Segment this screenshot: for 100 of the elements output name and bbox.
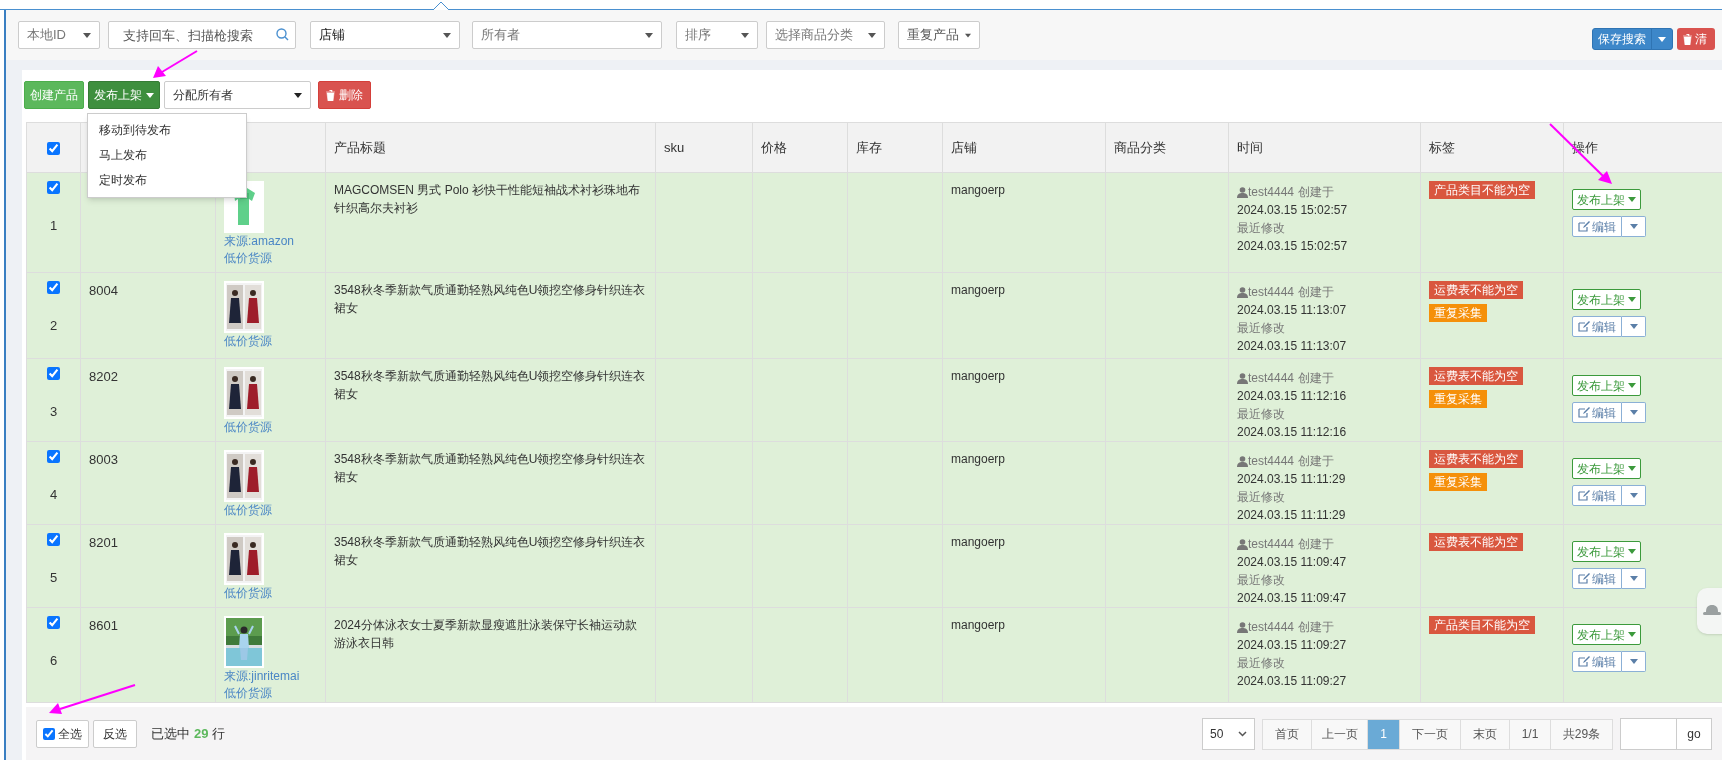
row-checkbox[interactable] — [47, 533, 60, 546]
create-product-button[interactable]: 创建产品 — [24, 81, 84, 109]
user-icon — [1237, 621, 1248, 633]
edit-icon — [1578, 221, 1590, 232]
source-link[interactable]: 来源:jinritemai — [224, 668, 317, 685]
column-header: 时间 — [1237, 139, 1263, 155]
table-cell: 8003 — [89, 452, 118, 467]
supply-link[interactable]: 低价货源 — [224, 685, 317, 702]
page-button[interactable]: 1 — [1367, 718, 1400, 750]
product-title: MAGCOMSEN 男式 Polo 衫快干性能短袖战术衬衫珠地布针织高尔夫衬衫 — [334, 183, 641, 215]
supply-link[interactable]: 低价货源 — [224, 333, 317, 350]
caret-icon — [1628, 549, 1636, 554]
side-widget[interactable] — [1697, 588, 1722, 634]
source-link[interactable]: 来源:amazon — [224, 233, 317, 250]
edit-menu-button[interactable] — [1622, 651, 1646, 672]
tag: 运费表不能为空 — [1429, 450, 1523, 468]
select-field[interactable]: 选择商品分类 — [766, 21, 885, 49]
go-button[interactable]: go — [1677, 718, 1712, 750]
page-button[interactable]: 共29条 — [1550, 718, 1613, 750]
page-number-field[interactable] — [1620, 718, 1677, 750]
timestamp: 2024.03.15 11:09:47 — [1237, 590, 1348, 607]
modified-label: 最近修改 — [1237, 655, 1286, 672]
publish-button[interactable]: 发布上架 — [1572, 624, 1641, 645]
edit-button[interactable]: 编辑 — [1572, 568, 1622, 589]
created-label: 创建于 — [1298, 536, 1335, 553]
edit-button[interactable]: 编辑 — [1572, 485, 1622, 506]
chevron-down-icon — [1238, 731, 1247, 737]
page-size-select[interactable]: 50 — [1202, 718, 1255, 750]
row-checkbox[interactable] — [47, 181, 60, 194]
owner-select[interactable]: 分配所有者 — [164, 81, 311, 109]
user-name: test4444 — [1248, 184, 1295, 201]
product-title: 3548秋冬季新款气质通勤轻熟风纯色U领挖空修身针织连衣裙女 — [334, 535, 646, 567]
publish-button[interactable]: 发布上架 — [1572, 189, 1641, 210]
user-icon — [1237, 286, 1248, 298]
select-field[interactable]: 本地ID — [18, 21, 100, 49]
menu-item[interactable]: 定时发布 — [88, 168, 246, 193]
edit-button[interactable]: 编辑 — [1572, 216, 1622, 237]
invert-selection-button[interactable]: 反选 — [93, 719, 137, 748]
search-field[interactable]: 支持回车、扫描枪搜索 — [108, 21, 296, 49]
tag: 产品类目不能为空 — [1429, 616, 1535, 634]
edit-menu-button[interactable] — [1622, 485, 1646, 506]
caret-icon — [443, 32, 451, 38]
annotation-arrow — [1549, 123, 1613, 185]
publish-button[interactable]: 发布上架 — [1572, 375, 1641, 396]
row-checkbox[interactable] — [47, 616, 60, 629]
select-field[interactable]: 所有者 — [472, 21, 662, 49]
column-header: 标签 — [1429, 139, 1455, 155]
product-title: 3548秋冬季新款气质通勤轻熟风纯色U领挖空修身针织连衣裙女 — [334, 283, 646, 315]
hat-icon — [1703, 604, 1721, 618]
page-button[interactable]: 下一页 — [1399, 718, 1461, 750]
delete-button[interactable]: 删除 — [318, 81, 371, 109]
publish-button[interactable]: 发布上架 — [1572, 541, 1641, 562]
tag: 运费表不能为空 — [1429, 281, 1523, 299]
supply-link[interactable]: 低价货源 — [224, 502, 317, 519]
edit-menu-button[interactable] — [1622, 216, 1646, 237]
tag: 重复采集 — [1429, 304, 1487, 322]
caret-icon — [1628, 383, 1636, 388]
row-checkbox[interactable] — [47, 450, 60, 463]
selected-count-label: 已选中 — [151, 724, 190, 743]
table-cell: mangoerp — [951, 535, 1006, 549]
publish-button[interactable]: 发布上架 — [1572, 458, 1641, 479]
supply-link[interactable]: 低价货源 — [224, 250, 317, 267]
user-name: test4444 — [1248, 619, 1295, 636]
edit-button[interactable]: 编辑 — [1572, 402, 1622, 423]
row-checkbox[interactable] — [47, 281, 60, 294]
row-checkbox[interactable] — [47, 367, 60, 380]
clear-button[interactable]: 清 — [1677, 28, 1715, 50]
table-cell: mangoerp — [951, 452, 1006, 466]
row-number: 1 — [49, 217, 58, 235]
edit-menu-button[interactable] — [1622, 316, 1646, 337]
tag: 产品类目不能为空 — [1429, 181, 1535, 199]
publish-button[interactable]: 发布上架 — [1572, 289, 1641, 310]
page-button[interactable]: 上一页 — [1311, 718, 1368, 750]
page-button[interactable]: 1/1 — [1509, 718, 1551, 750]
caret-icon — [1628, 632, 1636, 637]
table-cell: mangoerp — [951, 369, 1006, 383]
select-all-button[interactable]: 全选 — [36, 719, 89, 748]
supply-link[interactable]: 低价货源 — [224, 585, 317, 602]
edit-menu-button[interactable] — [1622, 568, 1646, 589]
edit-button[interactable]: 编辑 — [1572, 651, 1622, 672]
page-button[interactable]: 首页 — [1262, 718, 1312, 750]
select-field[interactable]: 店铺 — [310, 21, 460, 49]
timestamp: 2024.03.15 11:13:07 — [1237, 302, 1348, 319]
supply-link[interactable]: 低价货源 — [224, 419, 317, 436]
page-button[interactable]: 末页 — [1460, 718, 1510, 750]
caret-icon — [83, 32, 91, 38]
caret-icon — [1628, 297, 1636, 302]
menu-item[interactable]: 移动到待发布 — [88, 118, 246, 143]
caret-icon — [868, 32, 876, 38]
edit-menu-button[interactable] — [1622, 402, 1646, 423]
edit-button[interactable]: 编辑 — [1572, 316, 1622, 337]
select-all-checkbox[interactable] — [47, 141, 60, 155]
filter-button[interactable]: 重复产品 — [898, 21, 980, 49]
annotation-arrow — [153, 50, 199, 79]
select-field[interactable]: 排序 — [676, 21, 758, 49]
timestamp: 2024.03.15 11:12:16 — [1237, 388, 1348, 405]
select-all-checkbox[interactable] — [43, 727, 55, 740]
save-search-button[interactable]: 保存搜索 — [1592, 28, 1673, 50]
publish-button[interactable]: 发布上架 — [88, 81, 160, 109]
menu-item[interactable]: 马上发布 — [88, 143, 246, 168]
